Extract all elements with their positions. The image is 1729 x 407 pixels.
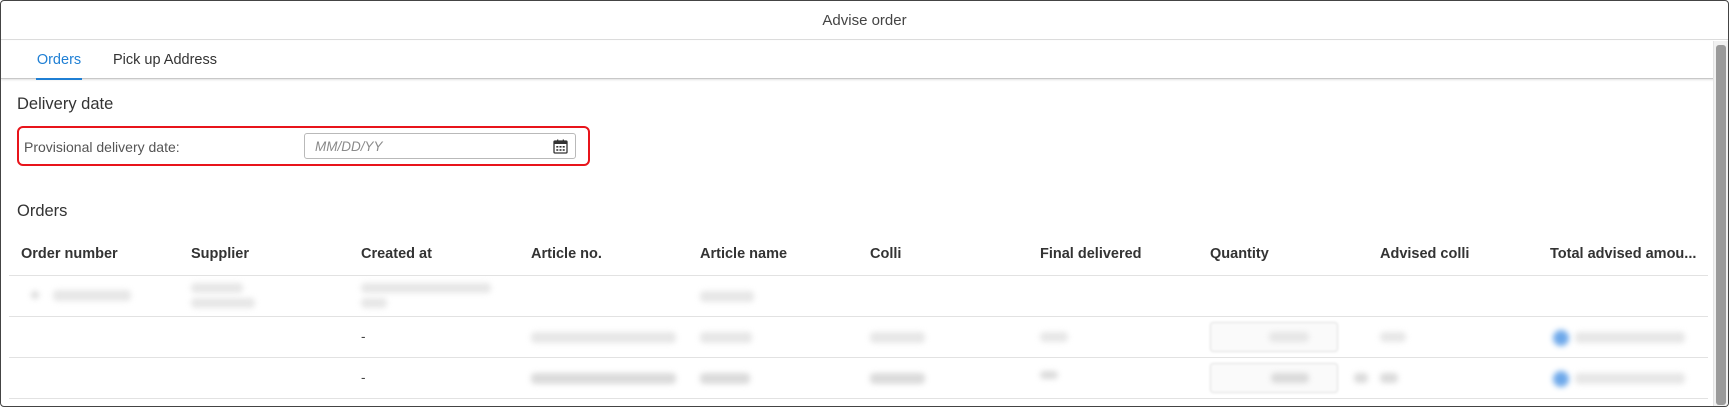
redacted-article-name bbox=[700, 332, 752, 343]
column-header-total-advised-amount[interactable]: Total advised amou... bbox=[1550, 246, 1700, 262]
redacted-article-name bbox=[700, 291, 754, 302]
tab-pick-up-address[interactable]: Pick up Address bbox=[113, 41, 217, 79]
table-row[interactable]: - bbox=[9, 358, 1708, 399]
tab-orders[interactable]: Orders bbox=[36, 41, 82, 80]
redacted-final-delivered bbox=[1040, 332, 1068, 342]
created-at-value: - bbox=[361, 370, 366, 385]
redacted-article-name bbox=[700, 373, 750, 384]
redacted-quantity bbox=[1271, 373, 1309, 383]
calendar-icon[interactable] bbox=[553, 139, 568, 154]
redacted-article-no bbox=[531, 332, 676, 343]
redacted-total-advised bbox=[1575, 373, 1685, 384]
created-at-value: - bbox=[361, 329, 366, 344]
expand-chevron-icon[interactable] bbox=[31, 291, 39, 299]
redacted-unit bbox=[1354, 373, 1368, 383]
redacted-advised-colli bbox=[1380, 332, 1406, 342]
advise-order-dialog: Advise order Orders Pick up Address Deli… bbox=[0, 0, 1729, 407]
column-header-supplier[interactable]: Supplier bbox=[191, 246, 341, 262]
tab-bar: Orders Pick up Address bbox=[1, 41, 1714, 80]
column-header-created-at[interactable]: Created at bbox=[361, 246, 511, 262]
provisional-delivery-date-row: Provisional delivery date: bbox=[17, 126, 590, 166]
table-row[interactable]: - bbox=[9, 317, 1708, 358]
redacted-order-number bbox=[53, 290, 131, 301]
column-header-advised-colli[interactable]: Advised colli bbox=[1380, 246, 1530, 262]
provisional-delivery-date-field[interactable] bbox=[304, 133, 576, 159]
dialog-title: Advise order bbox=[1, 1, 1728, 40]
table-row[interactable] bbox=[9, 276, 1708, 317]
column-header-final-delivered[interactable]: Final delivered bbox=[1040, 246, 1190, 262]
orders-heading: Orders bbox=[17, 202, 68, 220]
vertical-scrollbar[interactable] bbox=[1713, 41, 1728, 406]
checkbox[interactable] bbox=[1553, 371, 1569, 387]
redacted-final-delivered bbox=[1040, 371, 1058, 379]
redacted-article-no bbox=[531, 373, 676, 384]
redacted-quantity bbox=[1269, 332, 1309, 342]
checkbox[interactable] bbox=[1553, 330, 1569, 346]
column-header-colli[interactable]: Colli bbox=[870, 246, 1020, 262]
redacted-supplier bbox=[191, 283, 243, 293]
redacted-colli bbox=[870, 373, 925, 384]
redacted-colli bbox=[870, 332, 925, 343]
redacted-created-at-line2 bbox=[361, 298, 387, 308]
date-input[interactable] bbox=[315, 137, 535, 155]
column-header-order-number[interactable]: Order number bbox=[21, 246, 171, 262]
scrollbar-thumb[interactable] bbox=[1716, 45, 1726, 405]
delivery-date-heading: Delivery date bbox=[17, 95, 114, 113]
column-header-quantity[interactable]: Quantity bbox=[1210, 246, 1360, 262]
redacted-supplier-line2 bbox=[191, 298, 255, 308]
redacted-created-at bbox=[361, 283, 491, 293]
column-header-article-name[interactable]: Article name bbox=[700, 246, 850, 262]
redacted-advised-colli bbox=[1380, 373, 1398, 383]
redacted-total-advised bbox=[1575, 332, 1685, 343]
column-header-article-no[interactable]: Article no. bbox=[531, 246, 681, 262]
provisional-delivery-date-label: Provisional delivery date: bbox=[24, 139, 180, 155]
